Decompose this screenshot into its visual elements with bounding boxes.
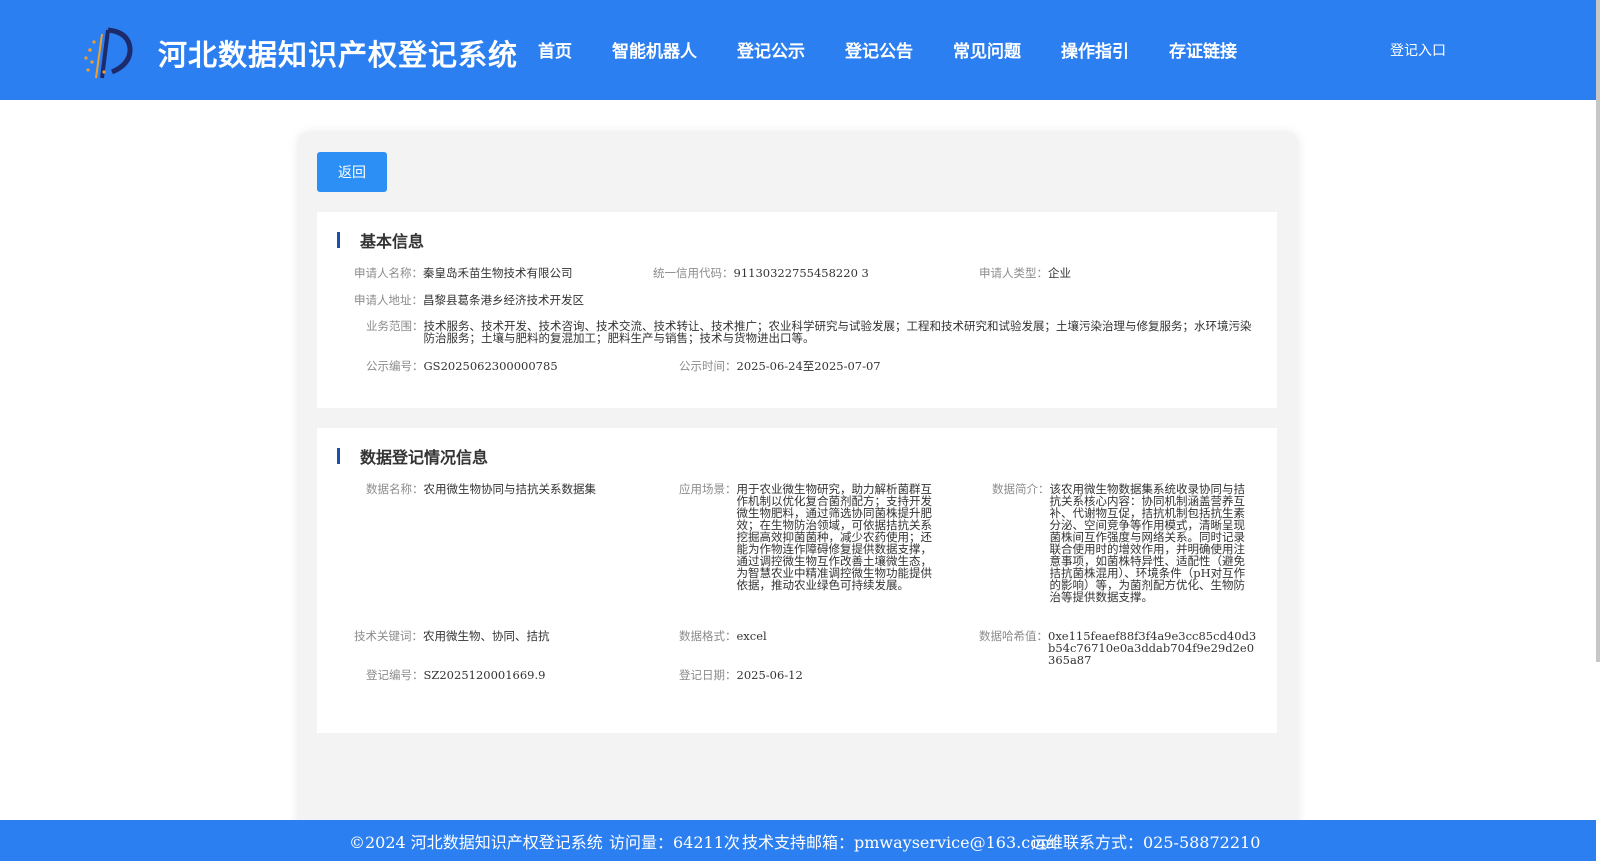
footer-phone: 运维联系方式：025-58872210 bbox=[1031, 833, 1261, 852]
logo-icon bbox=[84, 27, 133, 79]
basic-info-card: 基本信息 申请人名称： 秦皇岛禾苗生物技术有限公司 统一信用代码： 911303… bbox=[317, 212, 1277, 408]
applicant-name-field: 申请人名称： 秦皇岛禾苗生物技术有限公司 bbox=[354, 266, 573, 280]
hash-field: 数据哈希值： 0xe115feaef88f3f4a9e3cc85cd40d3b5… bbox=[979, 629, 1257, 667]
reg-date-field: 登记日期： 2025-06-12 bbox=[679, 668, 803, 682]
site-title: 河北数据知识产权登记系统 bbox=[158, 38, 519, 72]
summary-field: 数据简介： 该农用微生物数据集系统收录协同与拮抗关系核心内容：协同机制涵盖营养互… bbox=[992, 482, 1246, 604]
section-marker bbox=[337, 448, 340, 464]
scenario-field: 应用场景： 用于农业微生物研究，助力解析菌群互作机制以优化复合菌剂配方；支持开发… bbox=[679, 482, 932, 592]
nav-faq[interactable]: 常见问题 bbox=[953, 37, 1021, 62]
keywords-field: 技术关键词： 农用微生物、协同、拮抗 bbox=[354, 629, 550, 643]
top-navbar: 河北数据知识产权登记系统 首页 智能机器人 登记公示 登记公告 常见问题 操作指… bbox=[0, 0, 1596, 100]
footer-email: 技术支持邮箱：pmwayservice@163.com bbox=[742, 833, 1055, 852]
back-button[interactable]: 返回 bbox=[317, 152, 387, 192]
credit-code-field: 统一信用代码： 91130322755458220 3 bbox=[653, 266, 869, 280]
login-link[interactable]: 登记入口 bbox=[1390, 40, 1446, 60]
nav-guide[interactable]: 操作指引 bbox=[1061, 37, 1129, 62]
business-scope-field: 业务范围： 技术服务、技术开发、技术咨询、技术交流、技术转让、技术推广；农业科学… bbox=[366, 319, 1252, 345]
nav-home[interactable]: 首页 bbox=[538, 37, 572, 62]
nav-registration-announcement[interactable]: 登记公告 bbox=[845, 37, 913, 62]
address-field: 申请人地址： 昌黎县葛条港乡经济技术开发区 bbox=[354, 293, 584, 307]
footer-copyright: ©2024 河北数据知识产权登记系统 bbox=[349, 833, 603, 852]
main-nav: 首页 智能机器人 登记公示 登记公告 常见问题 操作指引 存证链接 bbox=[538, 37, 1277, 62]
applicant-type-field: 申请人类型： 企业 bbox=[979, 266, 1071, 280]
nav-evidence-link[interactable]: 存证链接 bbox=[1169, 37, 1237, 62]
footer-visits: 访问量：64211次 bbox=[609, 833, 740, 852]
data-name-field: 数据名称： 农用微生物协同与拮抗关系数据集 bbox=[366, 482, 596, 496]
nav-robot[interactable]: 智能机器人 bbox=[612, 37, 697, 62]
notice-no-field: 公示编号： GS2025062300000785 bbox=[366, 359, 558, 373]
data-registration-card: 数据登记情况信息 数据名称： 农用微生物协同与拮抗关系数据集 应用场景： 用于农… bbox=[317, 428, 1277, 733]
section-title-data: 数据登记情况信息 bbox=[337, 447, 488, 467]
section-marker bbox=[337, 232, 340, 248]
footer: ©2024 河北数据知识产权登记系统 访问量：64211次 技术支持邮箱：pmw… bbox=[0, 820, 1596, 861]
nav-registration-notice[interactable]: 登记公示 bbox=[737, 37, 805, 62]
detail-panel: 返回 基本信息 申请人名称： 秦皇岛禾苗生物技术有限公司 统一信用代码： 911… bbox=[297, 131, 1299, 861]
notice-time-field: 公示时间： 2025-06-24至2025-07-07 bbox=[679, 359, 881, 373]
format-field: 数据格式： excel bbox=[679, 629, 767, 643]
section-title-basic: 基本信息 bbox=[337, 231, 424, 251]
reg-no-field: 登记编号： SZ2025120001669.9 bbox=[366, 668, 546, 682]
scrollbar-thumb[interactable] bbox=[1596, 0, 1600, 662]
